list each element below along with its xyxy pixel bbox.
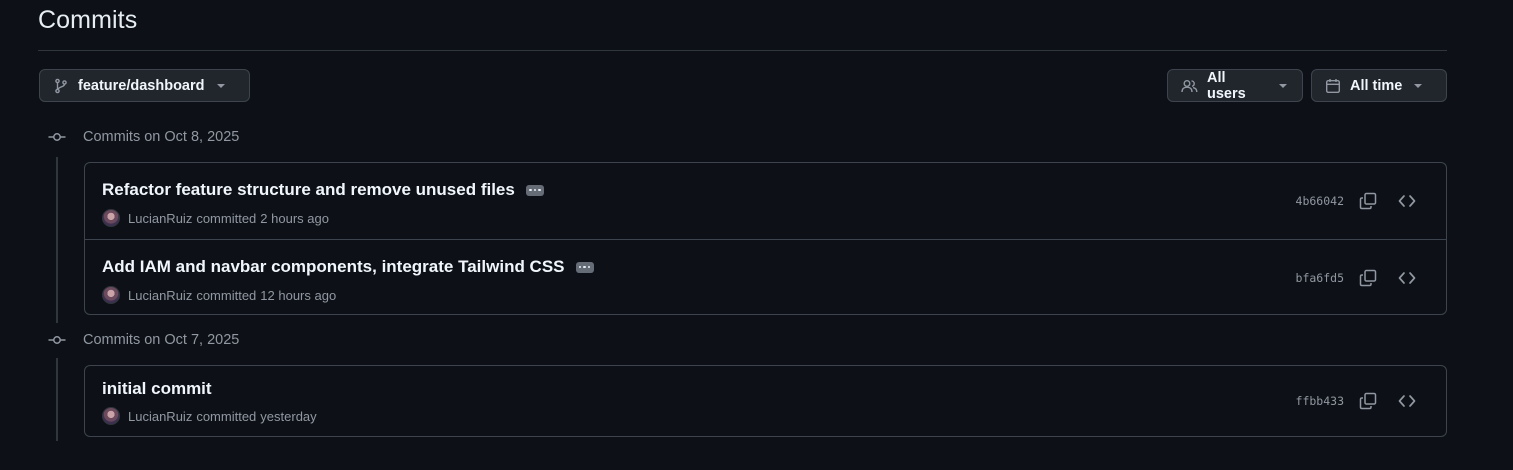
copy-icon[interactable]: [1356, 389, 1380, 413]
ellipsis-expand-button[interactable]: [575, 261, 594, 273]
commit-verb: committed: [196, 210, 257, 226]
commit-list: Refactor feature structure and remove un…: [84, 162, 1447, 315]
commit-group-date: Commits on Oct 7, 2025: [83, 332, 240, 348]
copy-icon[interactable]: [1356, 189, 1380, 213]
commit-meta: LucianRuiz committed yesterday: [102, 407, 317, 425]
calendar-icon: [1325, 78, 1341, 94]
time-filter-label: All time: [1350, 77, 1403, 94]
ellipsis-expand-button[interactable]: [525, 184, 544, 196]
title-divider: [38, 50, 1447, 51]
commit-row: Refactor feature structure and remove un…: [85, 163, 1446, 239]
commit-verb: committed: [196, 408, 257, 424]
timeline-line: [56, 358, 58, 441]
commit-sha-link[interactable]: ffbb433: [1296, 394, 1344, 408]
chevron-down-icon: [1278, 83, 1288, 89]
chevron-down-icon: [1413, 83, 1423, 89]
commit-author[interactable]: LucianRuiz: [128, 211, 192, 226]
chevron-down-icon: [216, 83, 226, 89]
users-filter-label: All users: [1207, 69, 1246, 102]
commit-time: 2 hours ago: [260, 210, 329, 226]
commit-sha-link[interactable]: 4b66042: [1296, 194, 1344, 208]
commit-message-link[interactable]: Add IAM and navbar components, integrate…: [102, 257, 594, 277]
people-icon: [1181, 78, 1198, 94]
page-title: Commits: [38, 6, 138, 34]
commit-list: initial commit LucianRuiz committed yest…: [84, 365, 1447, 437]
commit-verb: committed: [196, 287, 257, 303]
commit-time: 12 hours ago: [260, 287, 337, 303]
time-filter-button[interactable]: All time: [1311, 69, 1447, 102]
timeline-line: [56, 157, 58, 323]
commit-sha-link[interactable]: bfa6fd5: [1296, 271, 1344, 285]
commit-message[interactable]: initial commit: [102, 379, 212, 399]
git-commit-icon: [47, 335, 67, 345]
commit-message-link[interactable]: initial commit: [102, 379, 212, 399]
browse-code-icon[interactable]: [1395, 389, 1419, 413]
commit-row: Add IAM and navbar components, integrate…: [85, 239, 1446, 315]
commit-message[interactable]: Refactor feature structure and remove un…: [102, 180, 515, 200]
avatar[interactable]: [102, 209, 120, 227]
commit-row: initial commit LucianRuiz committed yest…: [85, 366, 1446, 438]
commit-time: yesterday: [260, 408, 317, 424]
users-filter-button[interactable]: All users: [1167, 69, 1303, 102]
commit-group-heading: Commits on Oct 7, 2025: [47, 332, 239, 348]
branch-selector-button[interactable]: feature/dashboard: [39, 69, 250, 102]
commit-group-heading: Commits on Oct 8, 2025: [47, 129, 239, 145]
commit-meta: LucianRuiz committed 2 hours ago: [102, 209, 329, 227]
commit-meta: LucianRuiz committed 12 hours ago: [102, 286, 336, 304]
commit-author[interactable]: LucianRuiz: [128, 288, 192, 303]
commit-message[interactable]: Add IAM and navbar components, integrate…: [102, 257, 565, 277]
commit-author[interactable]: LucianRuiz: [128, 409, 192, 424]
avatar[interactable]: [102, 407, 120, 425]
commit-message-link[interactable]: Refactor feature structure and remove un…: [102, 180, 544, 200]
avatar[interactable]: [102, 286, 120, 304]
git-commit-icon: [47, 132, 67, 142]
browse-code-icon[interactable]: [1395, 266, 1419, 290]
branch-label: feature/dashboard: [78, 77, 205, 94]
commit-group-date: Commits on Oct 8, 2025: [83, 129, 240, 145]
git-branch-icon: [53, 78, 69, 94]
browse-code-icon[interactable]: [1395, 189, 1419, 213]
copy-icon[interactable]: [1356, 266, 1380, 290]
commits-page: Commits feature/dashboard All users All …: [0, 0, 1513, 470]
